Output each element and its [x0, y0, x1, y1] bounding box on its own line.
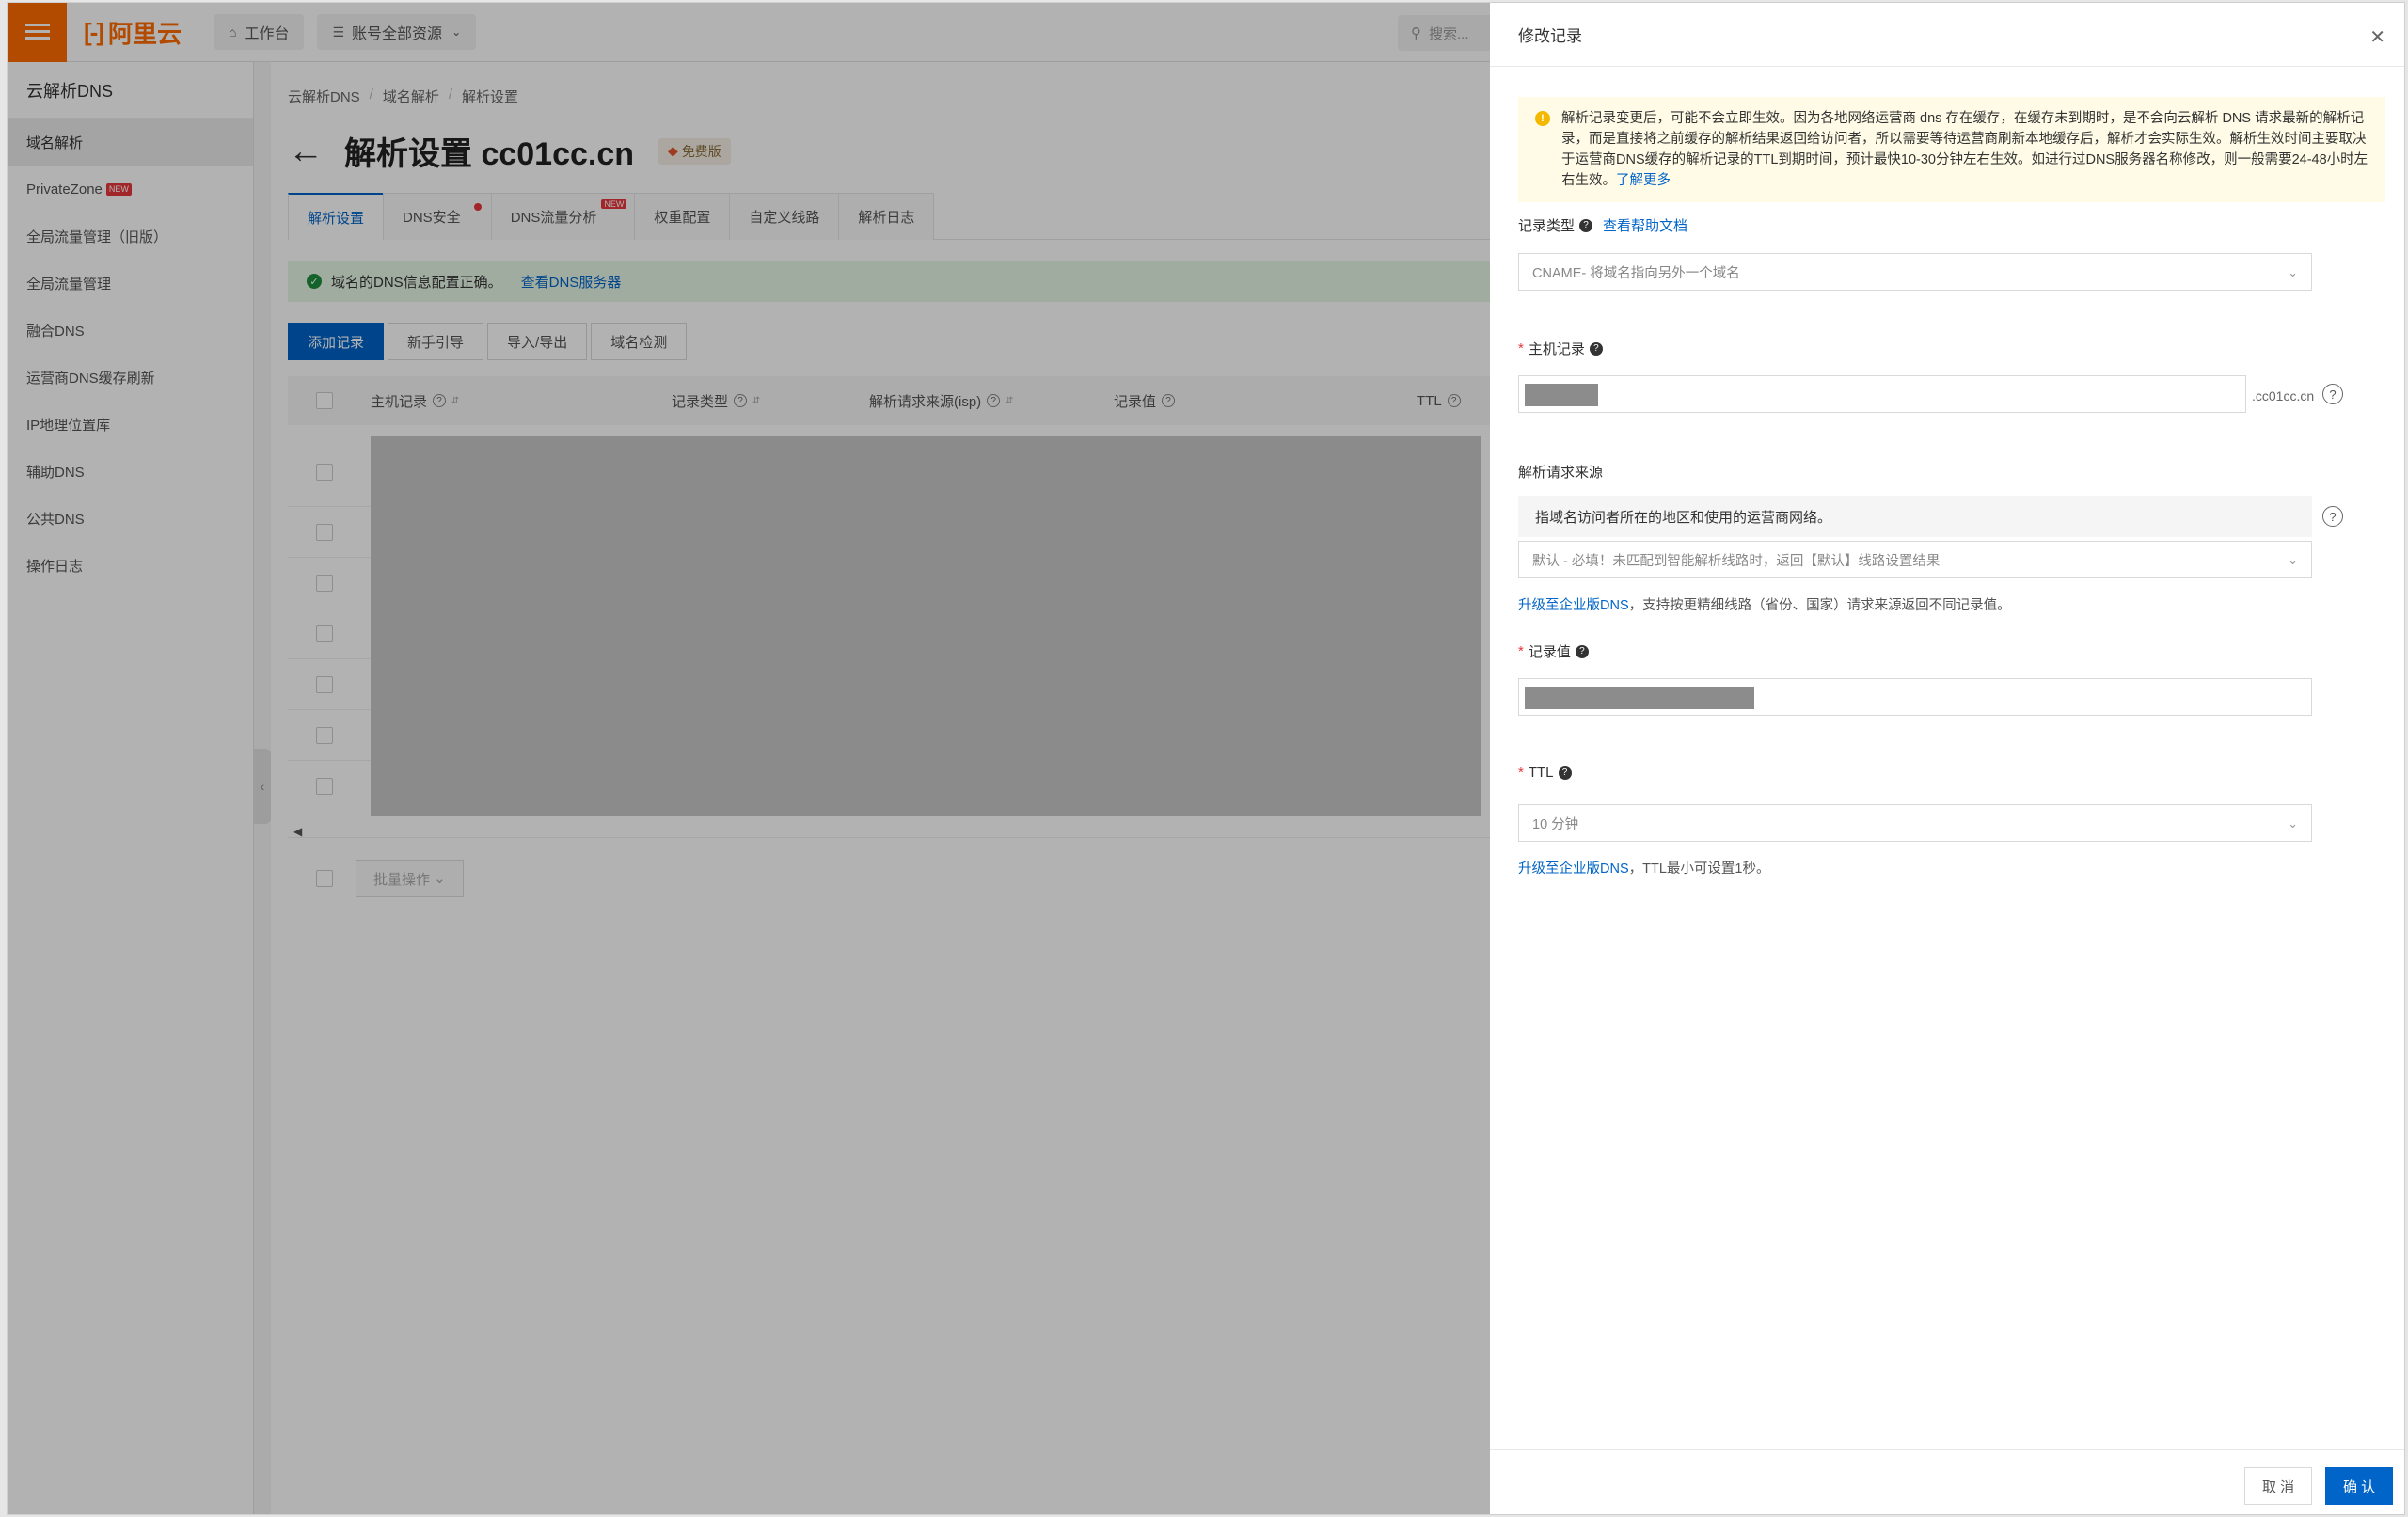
source-help-icon[interactable]: ?: [2322, 506, 2343, 527]
upgrade-enterprise-link[interactable]: 升级至企业版DNS: [1518, 598, 1629, 613]
edit-record-drawer: 修改记录 ✕ ! 解析记录变更后，可能不会立即生效。因为各地网络运营商 dns …: [1490, 3, 2404, 1514]
domain-suffix: .cc01cc.cn: [2252, 388, 2315, 403]
field-label: 记录值: [1528, 644, 1571, 660]
propagation-warning: ! 解析记录变更后，可能不会立即生效。因为各地网络运营商 dns 存在缓存，在缓…: [1518, 97, 2385, 202]
record-type-select[interactable]: CNAME- 将域名指向另外一个域名 ⌄: [1518, 253, 2312, 291]
chevron-down-icon: ⌄: [2288, 265, 2298, 279]
note-text: ，TTL最小可设置1秒。: [1628, 861, 1770, 877]
select-value: 10 分钟: [1532, 816, 1579, 832]
chevron-down-icon: ⌄: [2288, 816, 2298, 830]
warning-icon: !: [1535, 111, 1550, 126]
source-upgrade-note: 升级至企业版DNS，支持按更精细线路（省份、国家）请求来源返回不同记录值。: [1518, 594, 2011, 614]
browser-frame: [-] 阿里云 ⌂ 工作台 ☰ 账号全部资源 ⌄ ⚲ 搜索... 云解析DNS …: [7, 2, 2405, 1515]
required-marker: *: [1518, 340, 1524, 356]
help-doc-link[interactable]: 查看帮助文档: [1603, 215, 1687, 235]
help-icon[interactable]: ?: [1558, 766, 1572, 780]
source-select[interactable]: 默认 - 必填！未匹配到智能解析线路时，返回【默认】线路设置结果 ⌄: [1518, 541, 2312, 578]
redacted-host-value: [1525, 384, 1598, 406]
field-label: 解析请求来源: [1518, 465, 1604, 481]
host-help-icon[interactable]: ?: [2322, 384, 2343, 404]
ttl-upgrade-note: 升级至企业版DNS，TTL最小可设置1秒。: [1518, 858, 1769, 877]
ttl-select[interactable]: 10 分钟 ⌄: [1518, 804, 2312, 842]
note-text: ，支持按更精细线路（省份、国家）请求来源返回不同记录值。: [1628, 598, 2011, 613]
required-marker: *: [1518, 643, 1524, 659]
drawer-footer: 取 消 确 认: [1490, 1449, 2404, 1514]
host-label: * 主机记录 ?: [1518, 339, 1603, 358]
redacted-record-value: [1525, 687, 1754, 709]
field-label: 记录类型: [1518, 218, 1576, 234]
help-icon[interactable]: ?: [1589, 341, 1603, 356]
record-value-input[interactable]: [1518, 678, 2312, 716]
select-value: 默认 - 必填！未匹配到智能解析线路时，返回【默认】线路设置结果: [1532, 553, 1941, 569]
help-icon[interactable]: ?: [1575, 644, 1589, 658]
confirm-button[interactable]: 确 认: [2325, 1467, 2394, 1505]
source-label: 解析请求来源: [1518, 462, 1603, 482]
upgrade-enterprise-link[interactable]: 升级至企业版DNS: [1518, 861, 1629, 877]
record-type-label: 记录类型 ? 查看帮助文档: [1518, 215, 1687, 235]
warning-text: 解析记录变更后，可能不会立即生效。因为各地网络运营商 dns 存在缓存，在缓存未…: [1561, 111, 2368, 188]
field-label: 主机记录: [1528, 341, 1585, 357]
cancel-button[interactable]: 取 消: [2244, 1467, 2313, 1505]
help-icon[interactable]: ?: [1579, 218, 1593, 232]
field-label: TTL: [1528, 765, 1554, 781]
learn-more-link[interactable]: 了解更多: [1616, 173, 1671, 188]
drawer-title: 修改记录: [1490, 3, 2404, 67]
record-value-label: * 记录值 ?: [1518, 641, 1589, 661]
source-description: 指域名访问者所在的地区和使用的运营商网络。: [1518, 496, 2312, 537]
chevron-down-icon: ⌄: [2288, 553, 2298, 567]
select-value: CNAME- 将域名指向另外一个域名: [1532, 265, 1740, 281]
required-marker: *: [1518, 765, 1524, 781]
ttl-label: * TTL ?: [1518, 765, 1572, 781]
modal-overlay[interactable]: [8, 3, 1490, 1514]
close-icon[interactable]: ✕: [2369, 25, 2385, 49]
host-input[interactable]: [1518, 375, 2246, 413]
